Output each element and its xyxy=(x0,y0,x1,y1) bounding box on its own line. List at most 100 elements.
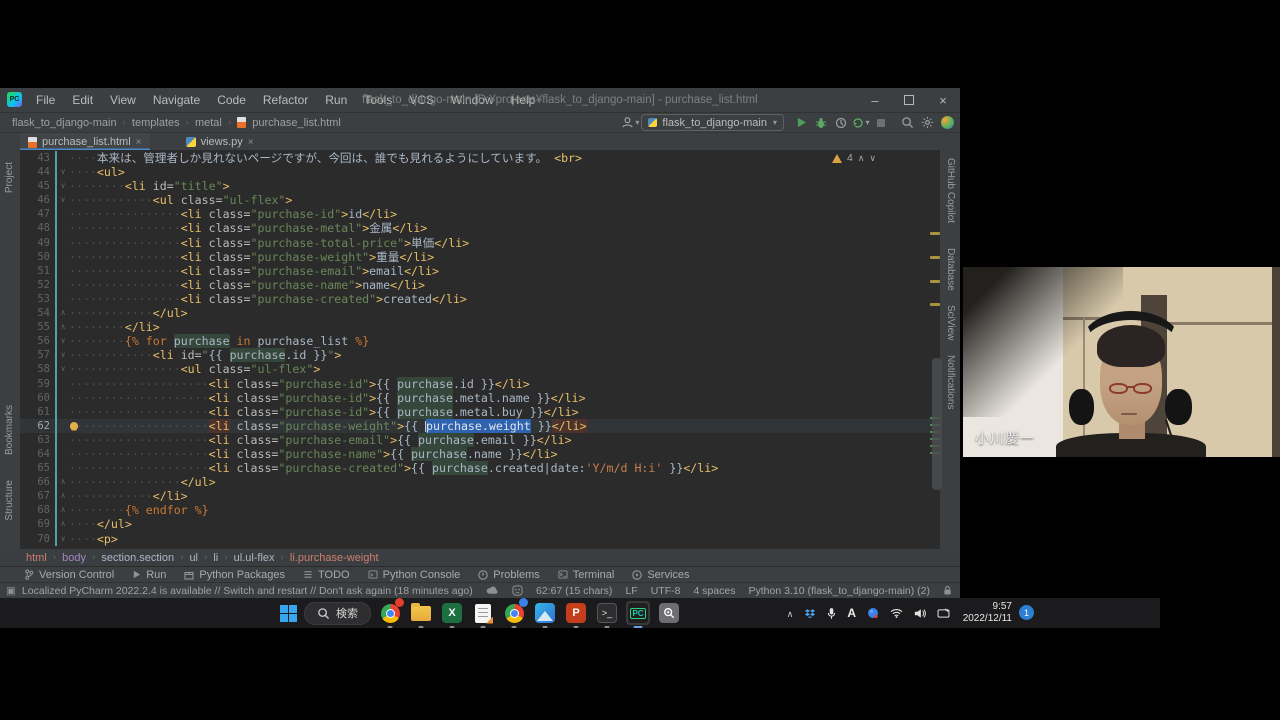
taskbar-app-powerpoint[interactable]: P xyxy=(564,601,588,625)
fold-marker[interactable]: ∨ xyxy=(57,193,69,207)
lock-icon[interactable] xyxy=(943,585,952,596)
toolwindow-python-console[interactable]: Python Console xyxy=(368,569,461,581)
code-line-60[interactable]: 60····················<li class="purchas… xyxy=(20,391,932,405)
user-icon[interactable]: ▾ xyxy=(621,115,639,131)
taskbar-clock[interactable]: 9:57 2022/12/11 xyxy=(963,601,1012,625)
fold-marker[interactable] xyxy=(57,278,69,292)
code-line-59[interactable]: 59····················<li class="purchas… xyxy=(20,377,932,391)
code-line-69[interactable]: 69∧····</ul> xyxy=(20,517,932,531)
status-message[interactable]: Localized PyCharm 2022.2.4 is available … xyxy=(22,585,473,597)
fold-marker[interactable]: ∨ xyxy=(57,532,69,546)
volume-icon[interactable] xyxy=(914,608,926,619)
fold-marker[interactable]: ∧ xyxy=(57,503,69,517)
fold-marker[interactable] xyxy=(57,236,69,250)
code-line-53[interactable]: 53················<li class="purchase-cr… xyxy=(20,292,932,306)
search-everywhere-icon[interactable] xyxy=(898,115,916,131)
intention-bulb-icon[interactable] xyxy=(70,422,78,430)
code-line-66[interactable]: 66∧················</ul> xyxy=(20,475,932,489)
breadcrumb-item[interactable]: metal xyxy=(195,117,222,129)
menu-refactor[interactable]: Refactor xyxy=(255,93,316,107)
toolwindow-todo[interactable]: TODO xyxy=(303,569,350,581)
code-line-68[interactable]: 68∧········{% endfor %} xyxy=(20,503,932,517)
crumb-li[interactable]: li xyxy=(213,552,218,564)
wifi-icon[interactable] xyxy=(890,608,903,618)
indent-setting[interactable]: 4 spaces xyxy=(693,585,735,597)
code-line-52[interactable]: 52················<li class="purchase-na… xyxy=(20,278,932,292)
menu-code[interactable]: Code xyxy=(209,93,254,107)
code-line-47[interactable]: 47················<li class="purchase-id… xyxy=(20,207,932,221)
fold-marker[interactable] xyxy=(57,207,69,221)
fold-marker[interactable] xyxy=(57,151,69,165)
code-line-61[interactable]: 61····················<li class="purchas… xyxy=(20,405,932,419)
menu-navigate[interactable]: Navigate xyxy=(145,93,208,107)
toolwindow-run[interactable]: Run xyxy=(132,569,166,581)
code-line-46[interactable]: 46∨············<ul class="ul-flex"> xyxy=(20,193,932,207)
stop-button[interactable] xyxy=(872,115,890,131)
touch-keyboard-icon[interactable] xyxy=(937,608,950,618)
taskbar-app-photos[interactable] xyxy=(533,601,557,625)
code-line-56[interactable]: 56∨········{% for purchase in purchase_l… xyxy=(20,334,932,348)
globe-icon[interactable] xyxy=(867,607,879,619)
toolwindow-version-control[interactable]: Version Control xyxy=(24,569,114,581)
taskbar-app-terminal[interactable]: >_ xyxy=(595,601,619,625)
breadcrumb-item[interactable]: templates xyxy=(132,117,180,129)
grazie-icon[interactable] xyxy=(512,585,523,596)
tool-stripe-github-copilot[interactable]: GitHub Copilot xyxy=(945,158,956,223)
run-config-selector[interactable]: flask_to_django-main▾ xyxy=(641,114,784,131)
crumb-html[interactable]: html xyxy=(26,552,47,564)
crumb-section.section[interactable]: section.section xyxy=(101,552,174,564)
fold-marker[interactable] xyxy=(57,447,69,461)
profile-button[interactable] xyxy=(832,115,850,131)
python-interpreter[interactable]: Python 3.10 (flask_to_django-main) (2) xyxy=(748,585,930,597)
fold-marker[interactable]: ∨ xyxy=(57,179,69,193)
taskbar-app-pycharm[interactable]: PC xyxy=(626,601,650,625)
cloud-icon[interactable] xyxy=(486,586,499,595)
fold-marker[interactable] xyxy=(57,292,69,306)
code-line-63[interactable]: 63····················<li class="purchas… xyxy=(20,433,932,447)
notification-badge[interactable]: 1 xyxy=(1019,605,1034,620)
tab-purchase_list-html[interactable]: purchase_list.html× xyxy=(20,133,150,151)
fold-marker[interactable] xyxy=(57,419,69,433)
maximize-button[interactable] xyxy=(892,88,926,112)
code-line-70[interactable]: 70∨····<p> xyxy=(20,532,932,546)
menu-edit[interactable]: Edit xyxy=(64,93,101,107)
caret-position[interactable]: 62:67 (15 chars) xyxy=(536,585,612,597)
fold-marker[interactable] xyxy=(57,433,69,447)
fold-marker[interactable]: ∧ xyxy=(57,306,69,320)
code-line-64[interactable]: 64····················<li class="purchas… xyxy=(20,447,932,461)
minimize-button[interactable]: – xyxy=(858,88,892,112)
tool-stripe-bookmarks[interactable]: Bookmarks xyxy=(4,405,15,455)
editor-scrollbar[interactable] xyxy=(932,358,942,490)
fold-marker[interactable]: ∧ xyxy=(57,475,69,489)
fold-marker[interactable]: ∧ xyxy=(57,517,69,531)
event-log-icon[interactable]: ▣ xyxy=(6,585,16,597)
close-button[interactable]: × xyxy=(926,88,960,112)
inspections-widget[interactable]: 4 ∧∨ xyxy=(832,152,876,164)
code-line-45[interactable]: 45∨········<li id="title"> xyxy=(20,179,932,193)
fold-marker[interactable]: ∨ xyxy=(57,165,69,179)
tool-stripe-notifications[interactable]: Notifications xyxy=(945,355,956,409)
toolwindow-python-packages[interactable]: Python Packages xyxy=(184,569,285,581)
fold-marker[interactable] xyxy=(57,221,69,235)
debug-button[interactable] xyxy=(812,115,830,131)
code-line-43[interactable]: 43····本来は、管理者しか見れないページですが、今回は、誰でも見れるようにし… xyxy=(20,151,932,165)
taskbar-app-explorer[interactable] xyxy=(409,601,433,625)
breadcrumb-item[interactable]: flask_to_django-main xyxy=(12,117,117,129)
taskbar-app-chrome[interactable] xyxy=(378,601,402,625)
fold-marker[interactable] xyxy=(57,461,69,475)
file-encoding[interactable]: UTF-8 xyxy=(651,585,681,597)
code-line-65[interactable]: 65····················<li class="purchas… xyxy=(20,461,932,475)
toolwindow-problems[interactable]: Problems xyxy=(478,569,539,581)
tool-stripe-sciview[interactable]: SciView xyxy=(945,305,956,340)
tool-stripe-database[interactable]: Database xyxy=(945,248,956,291)
taskbar-search[interactable]: 検索 xyxy=(304,602,371,625)
microphone-icon[interactable] xyxy=(827,607,836,620)
tab-close-icon[interactable]: × xyxy=(248,137,254,148)
code-line-58[interactable]: 58∨················<ul class="ul-flex"> xyxy=(20,362,932,376)
tool-stripe-structure[interactable]: Structure xyxy=(4,480,15,521)
toolwindow-services[interactable]: Services xyxy=(632,569,689,581)
fold-marker[interactable]: ∧ xyxy=(57,320,69,334)
dropbox-icon[interactable] xyxy=(804,608,816,619)
code-line-55[interactable]: 55∧········</li> xyxy=(20,320,932,334)
taskbar-app-notepad[interactable] xyxy=(471,601,495,625)
